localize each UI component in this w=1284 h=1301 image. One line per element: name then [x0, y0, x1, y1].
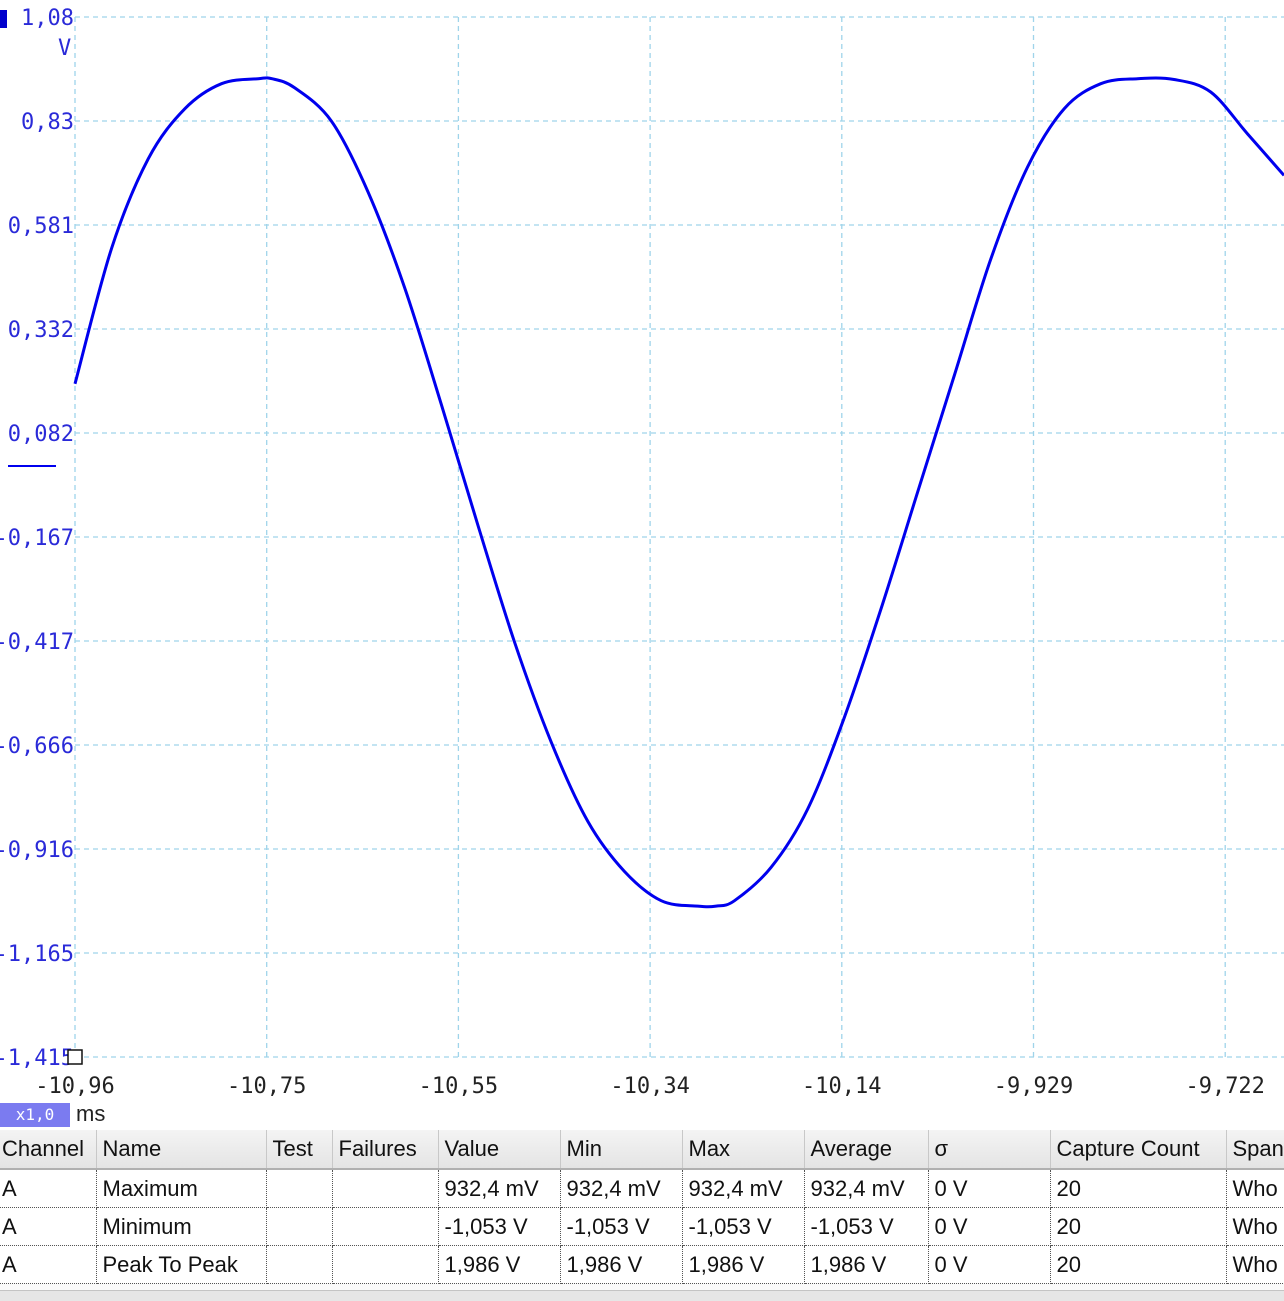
cell-value: 1,986 V — [438, 1245, 561, 1284]
cell-max: 932,4 mV — [682, 1169, 805, 1208]
column-header-span[interactable]: Span — [1226, 1130, 1284, 1170]
measurements-table[interactable]: Channel Name Test Failures Value Min Max… — [0, 1130, 1284, 1300]
column-header-min[interactable]: Min — [560, 1130, 683, 1170]
y-tick-label: 0,83 — [21, 110, 74, 135]
cell-min: -1,053 V — [560, 1207, 683, 1246]
column-header-sigma[interactable]: σ — [928, 1130, 1051, 1170]
cell-span: Who — [1226, 1169, 1284, 1208]
y-tick-label: 0,332 — [8, 318, 74, 343]
cell-channel: A — [0, 1169, 97, 1208]
cell-sigma: 0 V — [928, 1169, 1051, 1208]
cell-capture-count: 20 — [1050, 1245, 1227, 1284]
cell-max: -1,053 V — [682, 1207, 805, 1246]
cell-span: Who — [1226, 1207, 1284, 1246]
column-header-test[interactable]: Test — [266, 1130, 333, 1170]
x-unit-label: ms — [76, 1101, 106, 1126]
y-tick-label: -1,415 — [0, 1046, 74, 1071]
y-unit-label: V — [58, 36, 71, 61]
cell-test — [266, 1207, 333, 1246]
oscilloscope-view[interactable]: 1,08 0,83 0,581 0,332 0,082 -0,167 -0,417 -0,66… — [0, 0, 1284, 1130]
table-row[interactable]: A Maximum 932,4 mV 932,4 mV 932,4 mV 932… — [0, 1169, 1284, 1208]
cell-min: 932,4 mV — [560, 1169, 683, 1208]
y-tick-label: 1,08 — [21, 6, 74, 31]
y-tick-label: 0,581 — [8, 214, 74, 239]
waveform-plot[interactable]: 1,08 0,83 0,581 0,332 0,082 -0,167 -0,417 -0,66… — [0, 0, 1284, 1130]
cell-name: Peak To Peak — [96, 1245, 267, 1284]
column-header-capture-count[interactable]: Capture Count — [1050, 1130, 1227, 1170]
axis-origin-box[interactable] — [67, 1049, 83, 1065]
column-header-name[interactable]: Name — [96, 1130, 267, 1170]
column-header-channel[interactable]: Channel — [0, 1130, 97, 1170]
cell-test — [266, 1245, 333, 1284]
x-tick-label: -10,34 — [610, 1074, 689, 1099]
cell-channel: A — [0, 1207, 97, 1246]
cell-value: 932,4 mV — [438, 1169, 561, 1208]
cell-average: 932,4 mV — [804, 1169, 929, 1208]
cell-failures — [332, 1169, 439, 1208]
grid — [74, 16, 1284, 1058]
column-header-failures[interactable]: Failures — [332, 1130, 439, 1170]
measurements-header-row: Channel Name Test Failures Value Min Max… — [0, 1130, 1284, 1170]
y-axis-ticks: 1,08 0,83 0,581 0,332 0,082 -0,167 -0,417 -0,66… — [0, 6, 74, 1071]
cell-capture-count: 20 — [1050, 1169, 1227, 1208]
channel-a-trace — [73, 76, 1284, 909]
x-tick-label: -10,75 — [227, 1074, 306, 1099]
cell-value: -1,053 V — [438, 1207, 561, 1246]
y-tick-label: -0,417 — [0, 630, 74, 655]
table-row[interactable]: A Peak To Peak 1,986 V 1,986 V 1,986 V 1… — [0, 1245, 1284, 1284]
cell-name: Minimum — [96, 1207, 267, 1246]
cell-failures — [332, 1245, 439, 1284]
column-header-average[interactable]: Average — [804, 1130, 929, 1170]
x-axis-ticks: -10,96 -10,75 -10,55 -10,34 -10,14 -9,929 -9,7… — [35, 1074, 1265, 1099]
y-tick-label: 0,082 — [8, 422, 74, 447]
cell-channel: A — [0, 1245, 97, 1284]
zoom-badge[interactable]: x1,0 — [0, 1103, 70, 1127]
cell-max: 1,986 V — [682, 1245, 805, 1284]
x-tick-label: -10,55 — [419, 1074, 498, 1099]
table-row[interactable]: A Minimum -1,053 V -1,053 V -1,053 V -1,… — [0, 1207, 1284, 1246]
cell-name: Maximum — [96, 1169, 267, 1208]
cell-min: 1,986 V — [560, 1245, 683, 1284]
cell-test — [266, 1169, 333, 1208]
column-header-value[interactable]: Value — [438, 1130, 561, 1170]
cell-failures — [332, 1207, 439, 1246]
y-tick-label: -1,165 — [0, 942, 74, 967]
y-tick-label: -0,916 — [0, 838, 74, 863]
y-tick-label: -0,167 — [0, 526, 74, 551]
status-strip — [0, 1290, 1284, 1301]
x-tick-label: -10,96 — [35, 1074, 114, 1099]
cell-average: 1,986 V — [804, 1245, 929, 1284]
cell-capture-count: 20 — [1050, 1207, 1227, 1246]
cell-span: Who — [1226, 1245, 1284, 1284]
cell-sigma: 0 V — [928, 1207, 1051, 1246]
y-tick-label: -0,666 — [0, 734, 74, 759]
channel-a-scale-marker[interactable] — [0, 10, 7, 28]
x-tick-label: -10,14 — [802, 1074, 881, 1099]
x-tick-label: -9,929 — [994, 1074, 1073, 1099]
x-tick-label: -9,722 — [1185, 1074, 1264, 1099]
cell-average: -1,053 V — [804, 1207, 929, 1246]
cell-sigma: 0 V — [928, 1245, 1051, 1284]
column-header-max[interactable]: Max — [682, 1130, 805, 1170]
